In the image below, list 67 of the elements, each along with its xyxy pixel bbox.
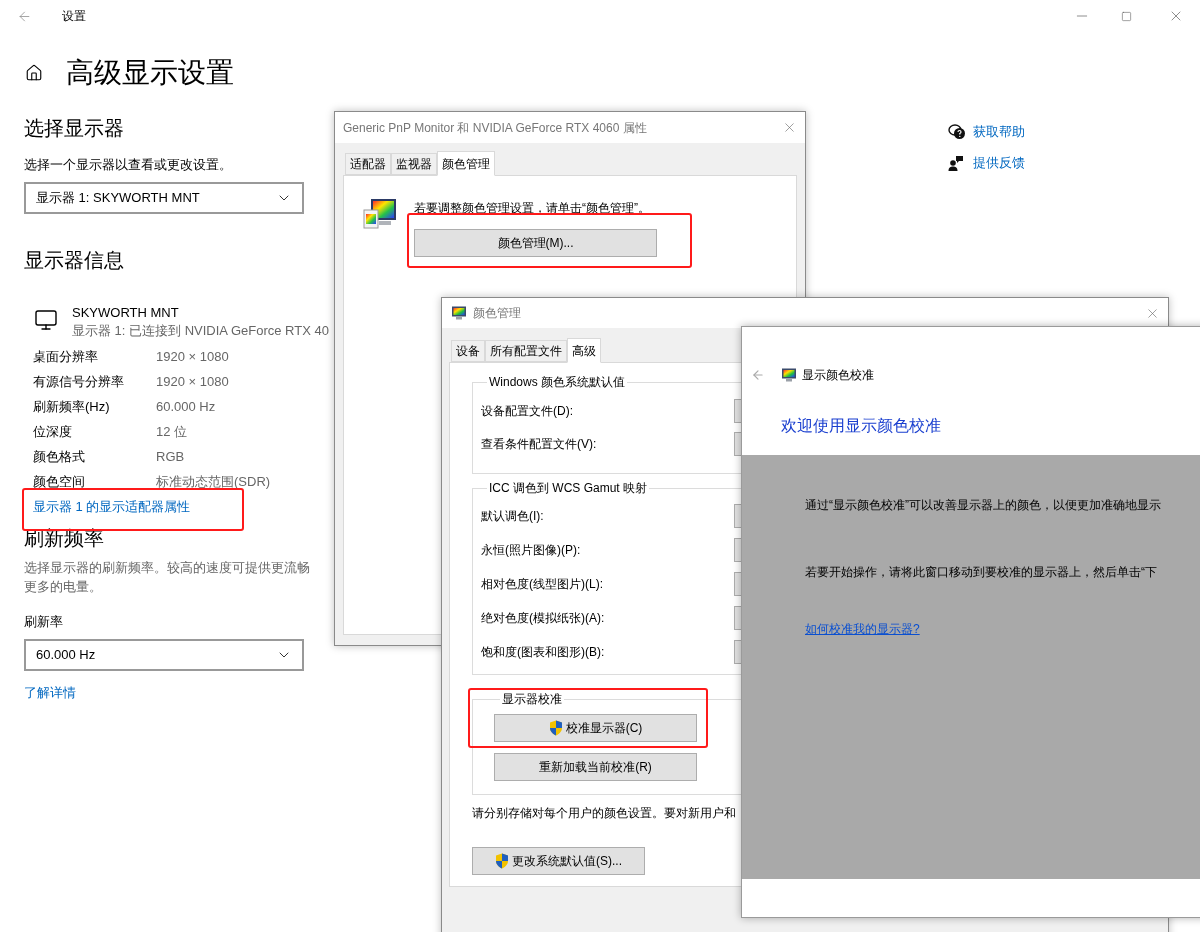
info-value: 12 位 [156,422,188,441]
info-value: 标准动态范围(SDR) [156,472,271,491]
group-title: ICC 调色到 WCS Gamut 映射 [488,480,648,496]
field-label: 选择一个显示器以查看或更改设置。 [24,156,233,174]
setting-label: 饱和度(图表和图形)(B): [481,644,606,661]
dialog-tab[interactable]: 设备 [451,340,485,362]
change-defaults-button[interactable]: 更改系统默认值(S)... [472,847,645,875]
calibration-button[interactable]: 校准显示器(C) [494,714,697,742]
help-link[interactable]: 获取帮助 [973,121,1025,142]
instruction-text: 若要调整颜色管理设置，请单击“颜色管理”。 [414,200,651,217]
monitor-name: SKYWORTH MNT [72,304,180,322]
group-title: Windows 颜色系统默认值 [488,374,626,390]
info-label: 刷新频率(Hz) [33,397,111,416]
color-monitor-icon [781,367,797,383]
dialog-tab[interactable]: 适配器 [345,153,391,175]
info-label: 有源信号分辨率 [33,372,125,391]
back-arrow-icon[interactable] [751,368,765,382]
help-icon [948,123,966,140]
window-title: 设置 [62,8,86,25]
dialog-title: Generic PnP Monitor 和 NVIDIA GeForce RTX 4060 属性 [343,119,647,137]
wizard-heading: 欢迎使用显示颜色校准 [781,416,942,436]
info-value: 1920 × 1080 [156,347,229,366]
help-link[interactable]: 提供反馈 [973,152,1025,173]
adapter-properties-link[interactable]: 显示器 1 的显示适配器属性 [33,494,191,519]
dialog-tab[interactable]: 高级 [567,338,601,363]
home-icon[interactable] [25,64,43,82]
feedback-icon [948,154,964,171]
description-text: 选择显示器的刷新频率。较高的速度可提供更流畅 [24,559,311,577]
group-title: 显示器校准 [501,691,563,707]
wizard-text: 若要开始操作，请将此窗口移动到要校准的显示器上，然后单击“下 [805,564,1157,580]
close-icon[interactable] [782,120,797,135]
setting-label: 查看条件配置文件(V): [481,435,598,453]
dialog-tab[interactable]: 所有配置文件 [485,340,567,362]
back-arrow-icon[interactable] [17,8,32,24]
dialog-title: 颜色管理 [473,305,521,322]
setting-label: 默认调色(I): [481,508,545,525]
description-text: 更多的电量。 [24,578,103,596]
note-text: 请分别存储对每个用户的颜色设置。要对新用户和 [472,806,737,820]
learn-more-link[interactable]: 了解详情 [24,683,76,703]
setting-label: 永恒(照片图像)(P): [481,542,582,559]
calibration-button[interactable]: 重新加载当前校准(R) [494,753,697,781]
display-dropdown[interactable]: 显示器 1: SKYWORTH MNT [24,182,304,214]
maximize-icon[interactable] [1121,10,1132,22]
info-label: 颜色格式 [33,447,86,466]
color-management-button[interactable]: 颜色管理(M)... [414,229,657,257]
color-management-icon [363,198,397,230]
section-heading: 显示器信息 [24,248,125,273]
info-value: RGB [156,447,185,466]
info-value: 1920 × 1080 [156,372,229,391]
setting-label: 相对色度(线型图片)(L): [481,576,604,593]
setting-label: 绝对色度(模拟纸张)(A): [481,610,606,627]
section-heading: 选择显示器 [24,116,125,141]
wizard-text: 通过“显示颜色校准”可以改善显示器上的颜色，以便更加准确地显示 [805,497,1161,513]
field-label: 刷新率 [24,613,64,631]
info-label: 颜色空间 [33,472,86,491]
info-value: 60.000 Hz [156,397,216,416]
window-title: 显示颜色校准 [802,367,874,384]
setting-label: 设备配置文件(D): [481,402,574,420]
monitor-status: 显示器 1: 已连接到 NVIDIA GeForce RTX 40 [72,322,329,340]
info-label: 位深度 [33,422,73,441]
refresh-rate-dropdown[interactable]: 60.000 Hz [24,639,304,671]
monitor-icon [34,308,58,332]
dialog-tab[interactable]: 监视器 [391,153,437,175]
color-monitor-icon [451,305,467,321]
page-title: 高级显示设置 [66,56,234,90]
info-label: 桌面分辨率 [33,347,99,366]
dialog-tab[interactable]: 颜色管理 [437,151,495,176]
